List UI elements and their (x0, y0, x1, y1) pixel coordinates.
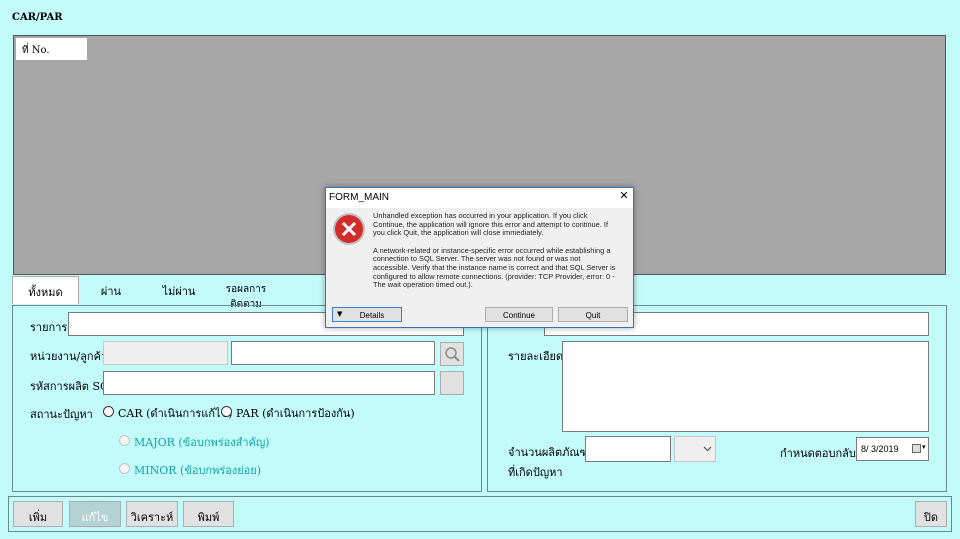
review-button[interactable]: วิเคราะห์ (126, 501, 178, 527)
radio-major[interactable] (119, 435, 130, 446)
due-date-label: กำหนดตอบกลับ (780, 447, 856, 460)
dropdown-arrow-icon: ▾ (922, 443, 926, 451)
grid-column-header[interactable]: ที่ No. (16, 38, 87, 60)
product-lookup-button[interactable] (440, 371, 464, 395)
dialog-title: FORM_MAIN (326, 188, 633, 208)
add-button[interactable]: เพิ่ม (13, 501, 63, 527)
unit-name-input[interactable] (231, 341, 435, 365)
product-code-input[interactable] (103, 371, 435, 395)
radio-major-label[interactable]: MAJOR (ข้อบกพร่องสำคัญ) (134, 433, 270, 451)
tab-pending-followup[interactable]: รอผลการติดตาม (212, 276, 280, 310)
unit-customer-label: หน่วยงาน/ลูกค้า (30, 350, 108, 363)
quantity-label: จำนวนผลิตภัณฑ์ (508, 446, 589, 459)
item-label: รายการ (30, 321, 68, 334)
close-button[interactable]: ปิด (915, 501, 947, 527)
chevron-down-icon (703, 446, 712, 452)
radio-car[interactable] (103, 406, 114, 417)
dialog-message-summary: Unhandled exception has occurred in your… (373, 211, 608, 238)
tab-pass[interactable]: ผ่าน (80, 276, 142, 302)
detail-label: รายละเอียด (508, 350, 564, 363)
quantity-input[interactable] (585, 436, 671, 462)
error-dialog: FORM_MAIN ✕ Unhandled exception has occu… (325, 187, 634, 328)
error-icon (333, 213, 365, 245)
details-button-label: Details (359, 311, 385, 320)
radio-par[interactable] (221, 406, 232, 417)
problem-status-label: สถานะปัญหา (30, 408, 93, 421)
calendar-icon (912, 444, 921, 453)
tab-all[interactable]: ทั้งหมด (12, 276, 79, 304)
search-icon (445, 347, 460, 362)
details-button[interactable]: ▼ Details (332, 307, 402, 322)
unit-dropdown[interactable] (674, 436, 716, 462)
due-date-value: 8/ 3/2019 (861, 444, 899, 454)
unit-code-input (103, 341, 228, 365)
quit-button[interactable]: Quit (558, 307, 628, 322)
radio-par-label[interactable]: PAR (ดำเนินการป้องกัน) (236, 404, 355, 422)
radio-minor-label[interactable]: MINOR (ข้อบกพร่องย่อย) (134, 461, 261, 479)
dialog-message-detail: A network-related or instance-specific e… (373, 245, 616, 290)
quantity-label-line2: ที่เกิดปัญหา (508, 466, 563, 479)
radio-minor[interactable] (119, 463, 130, 474)
print-button[interactable]: พิมพ์ (183, 501, 234, 527)
continue-button[interactable]: Continue (485, 307, 553, 322)
form-title: CAR/PAR (12, 12, 63, 23)
product-code-label: รหัสการผลิต SC (30, 380, 109, 393)
expand-arrow-icon: ▼ (337, 310, 343, 318)
close-icon: ✕ (619, 189, 629, 202)
due-date-picker[interactable]: 8/ 3/2019 ▾ (856, 437, 929, 461)
search-button[interactable] (440, 342, 464, 366)
detail-textarea[interactable] (562, 341, 929, 432)
dialog-message: Unhandled exception has occurred in your… (373, 211, 618, 290)
tab-fail[interactable]: ไม่ผ่าน (146, 276, 212, 302)
dialog-close-button[interactable]: ✕ (616, 189, 632, 206)
radio-car-label[interactable]: CAR (ดำเนินการแก้ไข) (118, 404, 232, 422)
edit-button[interactable]: แก้ไข (69, 501, 121, 527)
